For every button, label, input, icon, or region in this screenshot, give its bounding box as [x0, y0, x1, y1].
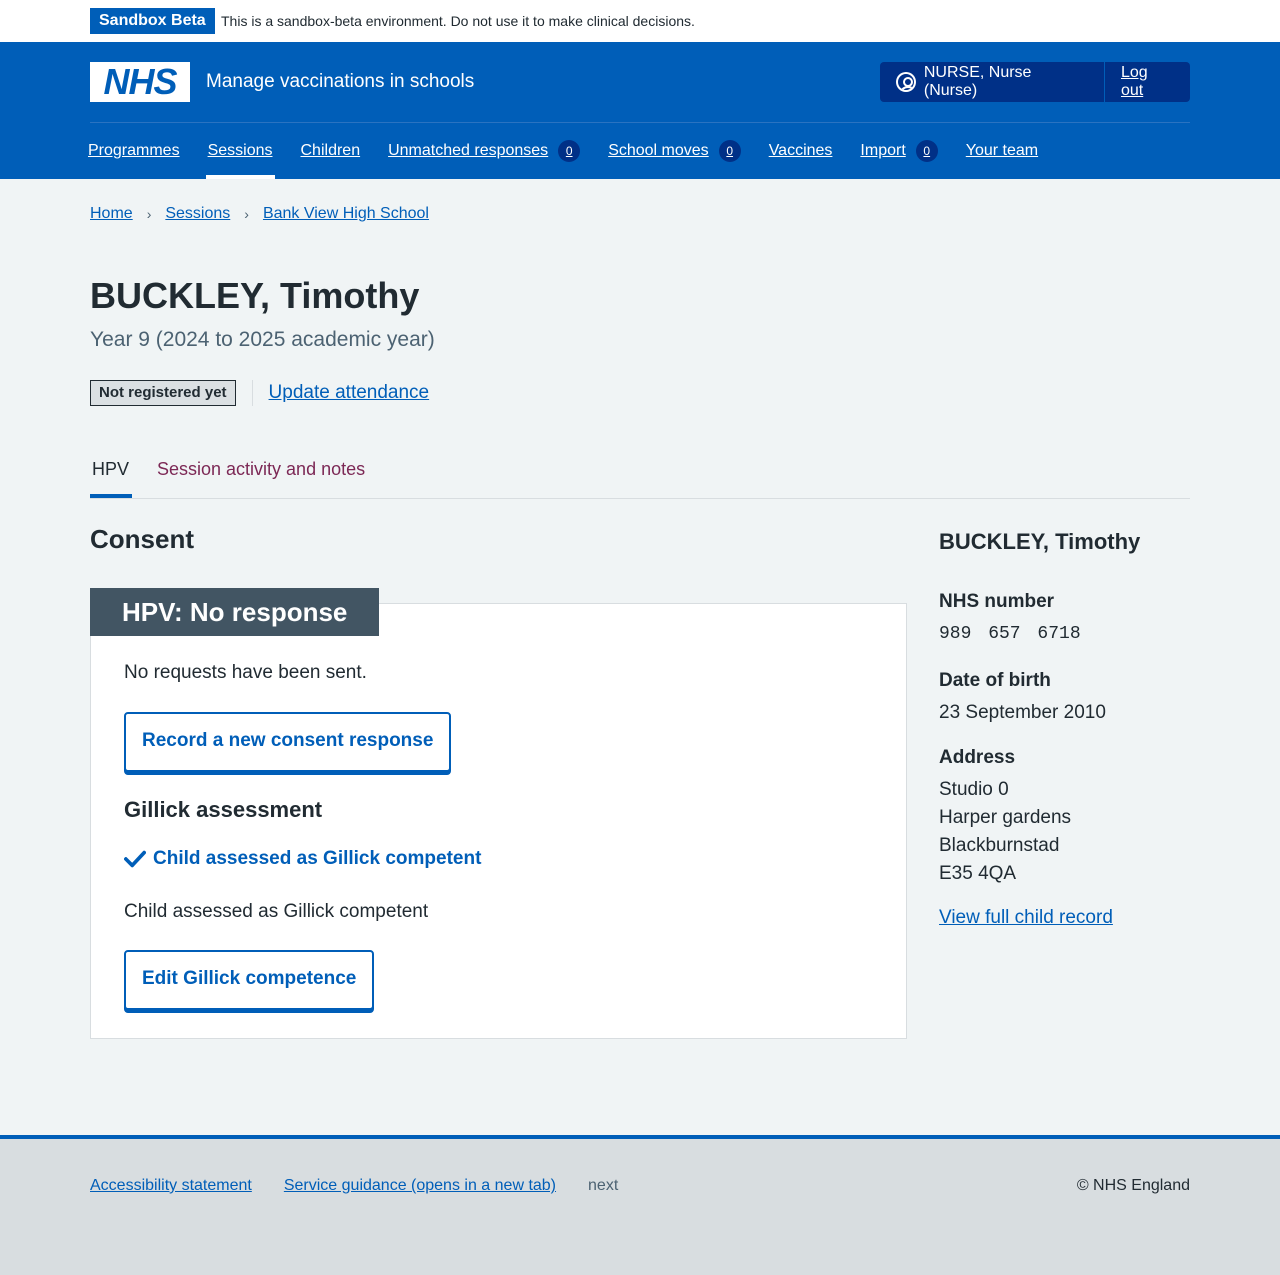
nav-item-unmatched-responses[interactable]: Unmatched responses 0: [388, 122, 581, 179]
environment-label: next: [588, 1177, 619, 1194]
chevron-right-icon: ›: [244, 206, 249, 222]
chevron-right-icon: ›: [146, 206, 152, 222]
update-attendance-link[interactable]: Update attendance: [269, 382, 430, 404]
service-name: Manage vaccinations in schools: [206, 71, 475, 92]
view-child-record-link[interactable]: View full child record: [939, 907, 1113, 929]
no-requests-text: No requests have been sent.: [124, 662, 367, 683]
address-line: E35 4QA: [939, 863, 1017, 884]
nav-label: Sessions: [207, 141, 273, 159]
account-user: NURSE, Nurse (Nurse): [880, 62, 1105, 102]
accessibility-statement-link[interactable]: Accessibility statement: [90, 1177, 252, 1195]
record-consent-button[interactable]: Record a new consent response: [124, 712, 452, 772]
nav-item-import[interactable]: Import 0: [860, 122, 938, 179]
account-user-name: NURSE, Nurse (Nurse): [923, 64, 1032, 99]
address-line: Studio 0: [939, 779, 1009, 800]
page-subtitle: Year 9 (2024 to 2025 academic year): [90, 328, 435, 351]
page-title: BUCKLEY, Timothy: [90, 275, 420, 316]
nav-item-school-moves[interactable]: School moves 0: [608, 122, 741, 179]
tick-icon: [124, 850, 146, 868]
breadcrumb-sessions[interactable]: Sessions: [165, 205, 230, 223]
footer-links: Accessibility statement Service guidance…: [90, 1177, 618, 1195]
breadcrumb-school[interactable]: Bank View High School: [263, 205, 429, 223]
nav-label: Import: [860, 141, 906, 159]
phase-tag: Sandbox Beta: [90, 8, 215, 34]
child-name: BUCKLEY, Timothy: [939, 529, 1141, 554]
service-guidance-link[interactable]: Service guidance (opens in a new tab): [284, 1177, 556, 1195]
status-divider: [251, 380, 253, 406]
phase-text: This is a sandbox-beta environment. Do n…: [221, 13, 695, 29]
edit-gillick-button[interactable]: Edit Gillick competence: [124, 950, 375, 1010]
user-icon: [896, 72, 916, 92]
consent-card: No requests have been sent. Record a new…: [90, 603, 907, 1039]
gillick-text: Child assessed as Gillick competent: [124, 901, 429, 922]
nhs-logo[interactable]: NHS: [90, 62, 190, 102]
gillick-status-text: Child assessed as Gillick competent: [153, 848, 482, 869]
count-badge: 0: [718, 139, 741, 162]
nhs-logo-text: NHS: [103, 61, 177, 102]
nhs-number-value: 989 657 6718: [939, 624, 1081, 644]
count-badge: 0: [915, 139, 938, 162]
tabs: HPV Session activity and notes: [90, 445, 1190, 499]
nav-label: Programmes: [88, 141, 180, 159]
tab-hpv[interactable]: HPV: [92, 458, 129, 480]
main-nav: Programmes Sessions Children Unmatched r…: [88, 122, 1066, 179]
nav-label: Unmatched responses: [388, 141, 549, 159]
address-line: Blackburnstad: [939, 835, 1060, 856]
nav-item-your-team[interactable]: Your team: [966, 122, 1038, 179]
breadcrumb-home[interactable]: Home: [90, 205, 133, 223]
phase-banner: Sandbox Beta This is a sandbox-beta envi…: [0, 0, 1280, 42]
address-label: Address: [939, 747, 1016, 768]
nav-label: Your team: [965, 141, 1039, 159]
nav-label: Children: [300, 141, 361, 159]
account-bar: NURSE, Nurse (Nurse) Log out: [880, 62, 1190, 102]
address-line: Harper gardens: [939, 807, 1072, 828]
dob-label: Date of birth: [939, 670, 1051, 691]
nav-item-programmes[interactable]: Programmes: [88, 122, 180, 179]
gillick-status: Child assessed as Gillick competent: [124, 848, 481, 870]
logout-link[interactable]: Log out: [1105, 64, 1190, 100]
gillick-heading: Gillick assessment: [124, 797, 323, 822]
child-summary: BUCKLEY, Timothy NHS number 989 657 6718…: [939, 528, 1190, 928]
nhs-number-label: NHS number: [939, 591, 1055, 612]
dob-value: 23 September 2010: [939, 702, 1106, 723]
count-badge: 0: [558, 139, 581, 162]
consent-heading: Consent: [90, 524, 194, 554]
active-tab-indicator: [90, 494, 132, 498]
status-row: Not registered yet Update attendance: [90, 380, 429, 406]
status-badge: Not registered yet: [90, 380, 236, 406]
breadcrumb: Home › Sessions › Bank View High School: [90, 205, 429, 223]
nav-item-children[interactable]: Children: [301, 122, 361, 179]
nav-item-sessions[interactable]: Sessions: [205, 122, 275, 179]
header: NHS Manage vaccinations in schools NURSE…: [0, 42, 1280, 179]
footer: Accessibility statement Service guidance…: [0, 1135, 1280, 1275]
nav-label: Vaccines: [768, 141, 833, 159]
card-heading: HPV: No response: [90, 588, 380, 636]
nav-label: School moves: [608, 141, 709, 159]
copyright: © NHS England: [1076, 1177, 1190, 1194]
tab-session-activity[interactable]: Session activity and notes: [157, 458, 365, 480]
nav-item-vaccines[interactable]: Vaccines: [769, 122, 833, 179]
